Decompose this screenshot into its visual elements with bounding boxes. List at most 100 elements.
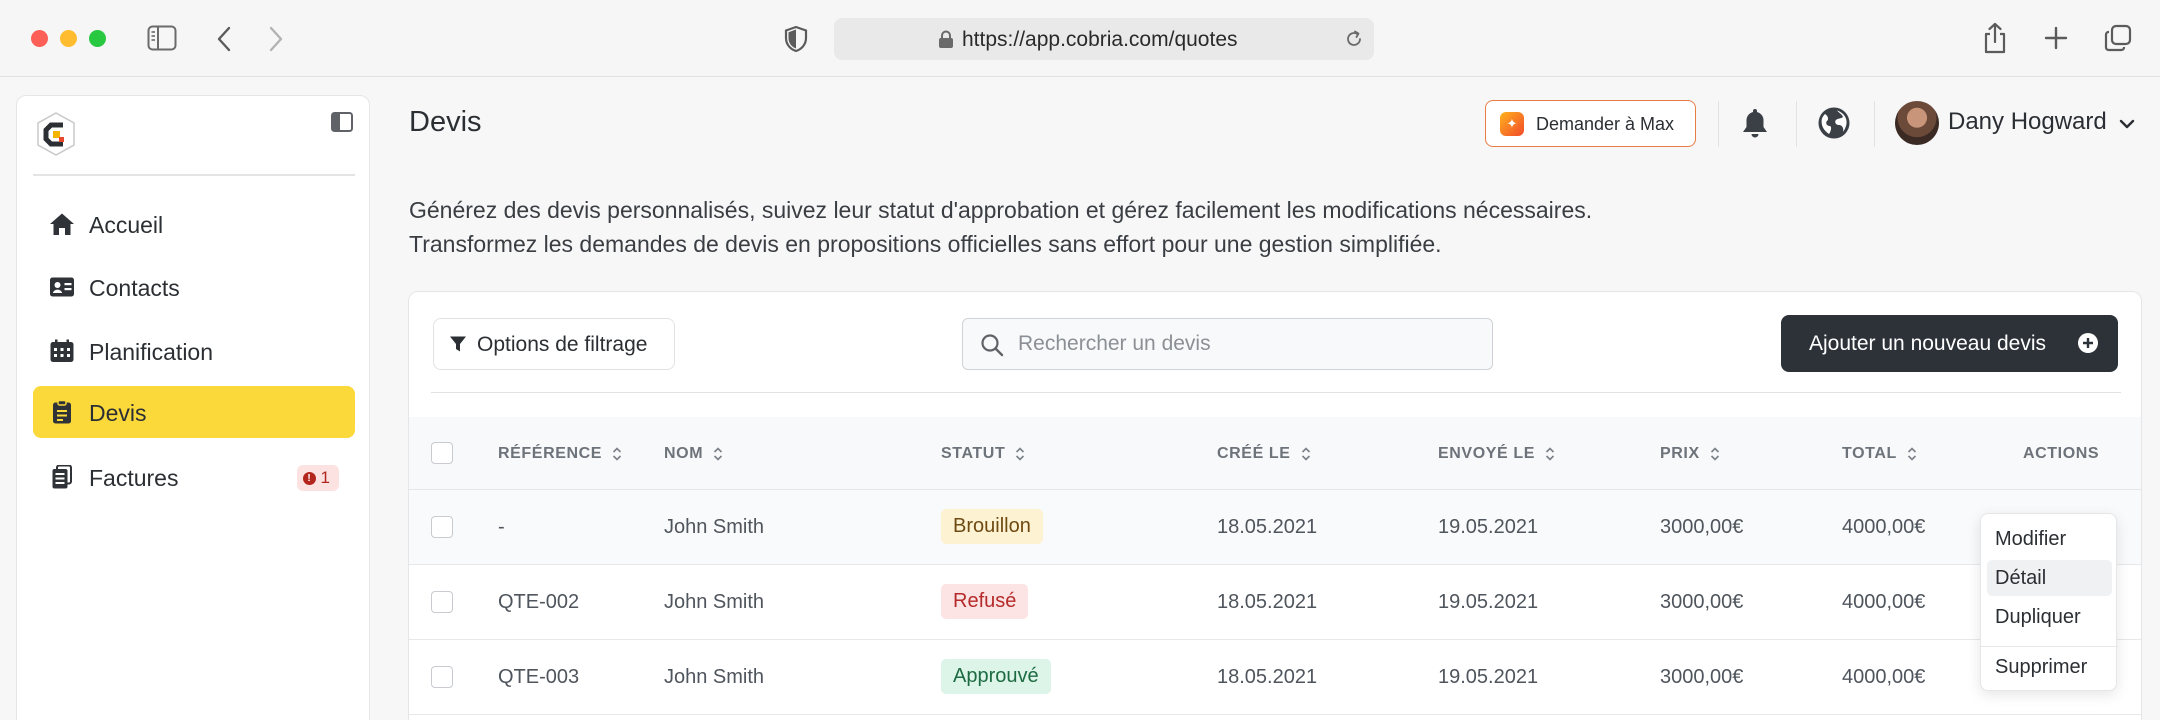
table-row[interactable]: QTE-002 John Smith Refusé 18.05.2021 19.… (409, 565, 2141, 640)
cell-total: 4000,00€ (1842, 666, 1926, 688)
search-field[interactable] (962, 318, 1493, 370)
column-header-reference[interactable]: RÉFÉRENCE (498, 445, 622, 463)
menu-item-detail[interactable]: Détail (1987, 560, 2112, 596)
cell-created: 18.05.2021 (1217, 591, 1318, 613)
column-label: RÉFÉRENCE (498, 445, 603, 462)
bell-icon[interactable] (1741, 107, 1769, 144)
ask-max-label: Demander à Max (1536, 114, 1675, 134)
url-text: https://app.cobria.com/quotes (962, 28, 1238, 51)
contact-card-icon (49, 275, 75, 299)
globe-icon[interactable] (1817, 106, 1851, 145)
menu-item-modifier[interactable]: Modifier (1987, 521, 2112, 557)
column-header-cree-le[interactable]: CRÉÉ LE (1217, 445, 1311, 463)
badge-count-text: 1 (320, 468, 330, 487)
browser-toolbar: https://app.cobria.com/quotes (0, 0, 2160, 77)
column-label: ACTIONS (2023, 445, 2100, 462)
select-all-checkbox[interactable] (431, 442, 453, 464)
filter-options-label: Options de filtrage (477, 333, 648, 356)
minimize-window-button[interactable] (60, 30, 77, 47)
share-icon[interactable] (1982, 22, 2008, 54)
column-header-statut[interactable]: STATUT (941, 445, 1025, 463)
calendar-icon (49, 339, 75, 363)
sidebar-item-contacts[interactable]: Contacts (33, 261, 355, 313)
row-checkbox[interactable] (431, 591, 453, 613)
header-divider (1718, 101, 1719, 147)
menu-item-dupliquer[interactable]: Dupliquer (1987, 599, 2112, 635)
new-tab-icon[interactable] (2044, 26, 2068, 50)
column-header-nom[interactable]: NOM (664, 445, 723, 463)
sort-icon (1907, 447, 1916, 461)
sparkle-icon: ✦ (1500, 112, 1524, 136)
maximize-window-button[interactable] (89, 30, 106, 47)
forward-icon[interactable] (268, 26, 284, 52)
column-header-total[interactable]: TOTAL (1842, 445, 1917, 463)
chevron-down-icon[interactable] (2119, 116, 2135, 134)
column-header-prix[interactable]: PRIX (1660, 445, 1720, 463)
column-label: NOM (664, 445, 704, 462)
reload-icon[interactable] (1344, 29, 1364, 54)
sidebar-divider (33, 174, 355, 176)
avatar[interactable] (1895, 101, 1939, 145)
menu-item-supprimer[interactable]: Supprimer (1987, 649, 2112, 685)
clipboard-icon (49, 399, 75, 424)
cell-sent: 19.05.2021 (1438, 516, 1539, 538)
search-input[interactable] (1018, 329, 1478, 359)
column-header-envoye-le[interactable]: ENVOYÉ LE (1438, 445, 1555, 463)
table-row[interactable]: - John Smith Brouillon 18.05.2021 19.05.… (409, 490, 2141, 565)
row-checkbox[interactable] (431, 516, 453, 538)
status-badge: Refusé (941, 584, 1029, 619)
status-badge: Approuvé (941, 659, 1051, 694)
filter-options-button[interactable]: Options de filtrage (433, 318, 675, 370)
ask-max-button[interactable]: ✦ Demander à Max (1485, 100, 1696, 147)
column-label: PRIX (1660, 445, 1700, 462)
app-logo[interactable] (35, 111, 77, 157)
sort-icon (613, 447, 622, 461)
header-divider (1796, 101, 1797, 147)
actions-menu: Modifier Détail Dupliquer Supprimer (1980, 513, 2118, 691)
cell-reference: - (498, 516, 505, 538)
row-checkbox[interactable] (431, 666, 453, 688)
sidebar-item-label: Contacts (89, 275, 180, 301)
cell-created: 18.05.2021 (1217, 666, 1318, 688)
home-icon (49, 212, 75, 236)
table-row[interactable]: QTE-003 John Smith Approuvé 18.05.2021 1… (409, 640, 2141, 715)
sidebar-item-label: Planification (89, 339, 214, 365)
quotes-card: Options de filtrage Ajouter un nouveau d… (408, 291, 2142, 720)
sidebar-item-planification[interactable]: Planification (33, 325, 355, 377)
sidebar-item-devis[interactable]: Devis (33, 386, 355, 438)
invoice-icon (49, 464, 75, 489)
user-name[interactable]: Dany Hogward (1948, 108, 2107, 136)
search-icon (980, 333, 1004, 362)
tab-overview-icon[interactable] (2104, 24, 2132, 52)
add-quote-label: Ajouter un nouveau devis (1809, 332, 2046, 355)
page-description: Générez des devis personnalisés, suivez … (409, 193, 1592, 261)
back-icon[interactable] (216, 26, 232, 52)
filter-icon (449, 335, 467, 358)
cell-reference: QTE-002 (498, 591, 580, 613)
close-window-button[interactable] (31, 30, 48, 47)
shield-icon[interactable] (784, 25, 808, 53)
description-line-1: Générez des devis personnalisés, suivez … (409, 197, 1593, 223)
cell-created: 18.05.2021 (1217, 516, 1318, 538)
table-header: RÉFÉRENCE NOM STATUT CRÉÉ LE ENVOYÉ LE P… (409, 417, 2141, 490)
plus-circle-icon (2077, 332, 2099, 359)
sidebar-toggle-icon[interactable] (147, 25, 177, 51)
cell-price: 3000,00€ (1660, 666, 1744, 688)
cell-sent: 19.05.2021 (1438, 666, 1539, 688)
sort-icon (1301, 447, 1310, 461)
column-label: ENVOYÉ LE (1438, 445, 1535, 462)
sort-icon (1710, 447, 1719, 461)
column-header-actions: ACTIONS (2023, 445, 2099, 463)
column-label: CRÉÉ LE (1217, 445, 1291, 462)
add-quote-button[interactable]: Ajouter un nouveau devis (1781, 315, 2118, 372)
sidebar-item-accueil[interactable]: Accueil (33, 198, 355, 250)
alert-icon: ! (302, 471, 316, 485)
cell-price: 3000,00€ (1660, 516, 1744, 538)
address-bar[interactable]: https://app.cobria.com/quotes (834, 18, 1374, 60)
collapse-sidebar-icon[interactable] (331, 112, 353, 137)
description-line-2: Transformez les demandes de devis en pro… (409, 231, 1442, 257)
sidebar-item-factures[interactable]: Factures ! 1 (33, 451, 355, 503)
sort-icon (714, 447, 723, 461)
cell-name: John Smith (664, 666, 765, 688)
lock-icon (938, 30, 954, 54)
